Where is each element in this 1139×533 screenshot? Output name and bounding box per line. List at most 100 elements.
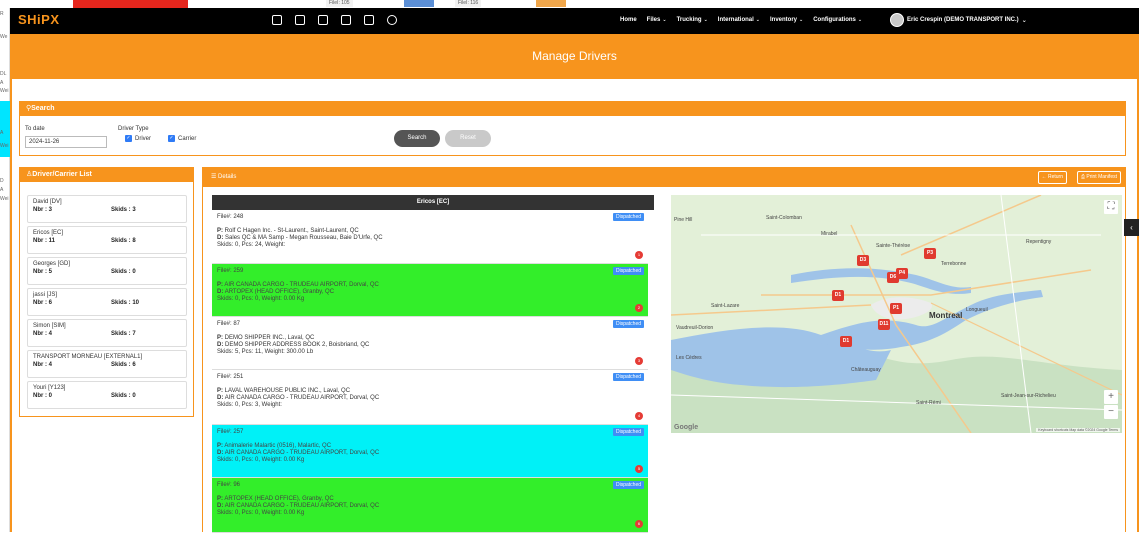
map-place-label: Sainte-Thérèse xyxy=(876,243,911,249)
list-item[interactable]: David [DV] Nbr : 3 Skids : 3 xyxy=(27,195,187,223)
list-item[interactable]: Youri [Y123] Nbr : 0 Skids : 0 xyxy=(27,381,187,409)
map-marker[interactable]: P3 xyxy=(924,248,936,259)
list-item[interactable]: jassi [JS] Nbr : 6 Skids : 10 xyxy=(27,288,187,316)
carrier-checkbox[interactable]: ✓ Carrier xyxy=(168,135,196,142)
map-place-label: Saint-Jean-sur-Richelieu xyxy=(1001,393,1056,399)
driver-title: Ericos [EC] xyxy=(212,195,654,210)
frame-border xyxy=(10,79,12,532)
route-map[interactable]: Pine Hill Saint-Colomban Mirabel Sainte-… xyxy=(671,195,1122,433)
user-menu[interactable]: Eric Crespin (DEMO TRANSPORT INC.) ⌄ xyxy=(890,13,1027,27)
background-left-column: R We DL A Wei A Wei D A Wei xyxy=(0,8,10,532)
map-place-label: Repentigny xyxy=(1026,239,1052,245)
box-icon[interactable] xyxy=(295,15,305,25)
menu-inventory[interactable]: Inventory ⌄ xyxy=(770,17,803,23)
top-navbar: SHiPX Home Files ⌄ Trucking ⌄ Internationa… xyxy=(10,8,1139,34)
map-place-label: Les Cèdres xyxy=(676,355,702,361)
chevron-down-icon: ⌄ xyxy=(799,17,804,23)
clock-icon[interactable] xyxy=(387,15,397,25)
zoom-in-button[interactable]: + xyxy=(1104,390,1118,404)
sequence-badge: 4 xyxy=(635,412,643,420)
google-logo: Google xyxy=(674,424,699,431)
map-place-label: Mirabel xyxy=(821,231,838,237)
status-badge: Dispatched xyxy=(612,320,644,328)
brand-logo[interactable]: SHiPX xyxy=(18,12,60,27)
status-badge: Dispatched xyxy=(612,267,644,275)
table-row[interactable]: File#: 251 P: LAVAL WAREHOUSE PUBLIC INC… xyxy=(212,370,648,425)
table-row[interactable]: File#: 96 P: ARTOPEX (HEAD OFFICE), Gran… xyxy=(212,478,648,533)
user-name: Eric Crespin (DEMO TRANSPORT INC.) xyxy=(907,17,1019,23)
background-badge xyxy=(404,0,434,7)
driver-type-label: Driver Type xyxy=(118,126,149,132)
calendar-icon[interactable] xyxy=(364,15,374,25)
map-marker[interactable]: D1 xyxy=(840,336,852,347)
calculator-icon[interactable] xyxy=(341,15,351,25)
check-icon: ✓ xyxy=(125,135,132,142)
fullscreen-icon[interactable]: ⛶ xyxy=(1104,200,1118,214)
chevron-down-icon: ⌄ xyxy=(662,17,667,23)
map-marker[interactable]: D1 xyxy=(832,290,844,301)
quick-icons xyxy=(272,15,397,25)
menu-international[interactable]: International ⌄ xyxy=(718,17,760,23)
return-button[interactable]: ← Return xyxy=(1037,171,1067,184)
chevron-down-icon: ⌄ xyxy=(1021,17,1027,24)
table-row[interactable]: File#: 259 P: AIR CANADA CARGO - TRUDEAU… xyxy=(212,264,648,317)
map-attribution[interactable]: Keyboard shortcuts Map data ©2024 Google… xyxy=(1036,428,1120,432)
driver-checkbox[interactable]: ✓ Driver xyxy=(125,135,151,142)
zoom-out-button[interactable]: − xyxy=(1104,405,1118,419)
menu-configurations[interactable]: Configurations ⌄ xyxy=(813,17,862,23)
menu-files[interactable]: Files ⌄ xyxy=(647,17,667,23)
search-button[interactable]: Search xyxy=(394,130,440,147)
table-row[interactable]: File#: 248 P: Rolf C Hagen Inc. - St-Lau… xyxy=(212,210,648,264)
map-place-label: Saint-Rémi xyxy=(916,400,941,406)
list-item[interactable]: TRANSPORT MORNEAU [EXTERNAL1] Nbr : 4 Skid… xyxy=(27,350,187,378)
print-manifest-button[interactable]: ⎙ Print Manifest xyxy=(1077,171,1121,184)
map-marker[interactable]: P4 xyxy=(896,268,908,279)
background-file-label: FileI: 105 xyxy=(326,0,353,7)
list-item[interactable]: Georges [GD] Nbr : 5 Skids : 0 xyxy=(27,257,187,285)
side-collapse-tab[interactable]: ‹ xyxy=(1124,219,1139,236)
map-marker[interactable]: D3 xyxy=(857,255,869,266)
check-icon: ✓ xyxy=(168,135,175,142)
list-item[interactable]: Simon [SIM] Nbr : 4 Skids : 7 xyxy=(27,319,187,347)
list-icon: ☰ xyxy=(211,174,219,180)
chevron-left-icon: ‹ xyxy=(1130,223,1133,232)
dispatch-list: Ericos [EC] File#: 248 P: Rolf C Hagen I… xyxy=(212,195,654,533)
status-badge: Dispatched xyxy=(612,481,644,489)
map-place-label: Châteauguay xyxy=(851,367,881,373)
map-place-label: Saint-Colomban xyxy=(766,215,802,221)
avatar xyxy=(890,13,904,27)
driver-list-header: ♙Driver/Carrier List xyxy=(20,168,193,182)
map-place-label: Terrebonne xyxy=(941,261,967,267)
reset-button[interactable]: Reset xyxy=(445,130,491,147)
map-marker[interactable]: P1 xyxy=(890,303,902,314)
menu-home[interactable]: Home xyxy=(620,17,637,23)
status-badge: Dispatched xyxy=(612,373,644,381)
search-panel-header: ⚲Search xyxy=(20,102,1125,116)
van-icon[interactable] xyxy=(318,15,328,25)
truck-icon[interactable] xyxy=(272,15,282,25)
sequence-badge: 3 xyxy=(635,357,643,365)
chevron-down-icon: ⌄ xyxy=(857,17,863,23)
search-panel: ⚲Search To date 2024-11-26 Driver Type ✓… xyxy=(19,101,1126,156)
map-place-label: Saint-Lazare xyxy=(711,303,740,309)
main-menu: Home Files ⌄ Trucking ⌄ International ⌄ Inv… xyxy=(620,17,862,23)
to-date-input[interactable]: 2024-11-26 xyxy=(25,136,107,148)
map-place-label: Longueuil xyxy=(966,307,988,313)
details-header: ☰ Details ← Return ⎙ Print Manifest xyxy=(203,168,1125,187)
status-badge: Dispatched xyxy=(612,428,644,436)
sequence-badge: 5 xyxy=(635,465,643,473)
page-title: Manage Drivers xyxy=(10,34,1139,79)
list-item[interactable]: Ericos [EC] Nbr : 11 Skids : 8 xyxy=(27,226,187,254)
map-city-label: Montreal xyxy=(929,311,963,320)
table-row[interactable]: File#: 87 P: DEMO SHIPPER INC., Laval, Q… xyxy=(212,317,648,370)
sequence-badge: 2 xyxy=(635,304,643,312)
map-marker[interactable]: D11 xyxy=(878,319,890,330)
chevron-down-icon: ⌄ xyxy=(755,17,760,23)
details-panel: ☰ Details ← Return ⎙ Print Manifest Eric… xyxy=(202,167,1126,533)
background-file-label: FileI: 116 xyxy=(455,0,482,7)
sequence-badge: 6 xyxy=(635,520,643,528)
menu-trucking[interactable]: Trucking ⌄ xyxy=(677,17,708,23)
sequence-badge: 1 xyxy=(635,251,643,259)
chevron-down-icon: ⌄ xyxy=(703,17,708,23)
table-row[interactable]: File#: 257 P: Animalerie Malartic (0516)… xyxy=(212,425,648,478)
